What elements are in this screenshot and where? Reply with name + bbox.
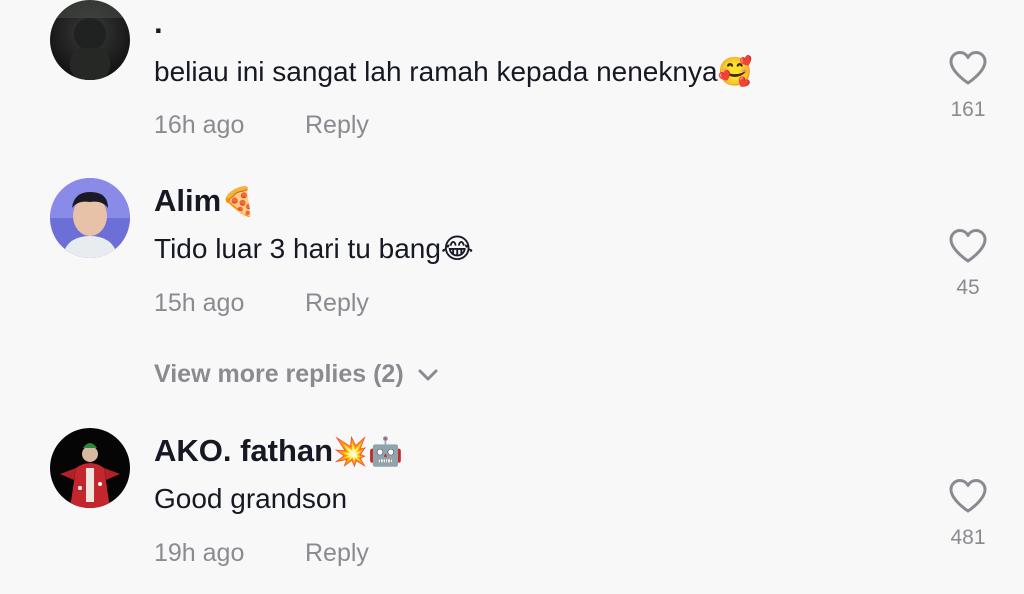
avatar-image [50,0,130,80]
username-text: Alim [154,183,222,218]
comment-body: beliau ini sangat lah ramah kepada nenek… [154,56,718,87]
like-count: 45 [956,276,980,299]
laughing-emoji: 😂 [440,232,474,265]
reply-button[interactable]: Reply [305,289,369,318]
view-more-label: View more replies (2) [154,360,404,388]
avatar[interactable] [50,178,130,258]
heart-icon[interactable] [948,50,988,86]
timestamp: 19h ago [154,539,245,567]
reply-button[interactable]: Reply [305,111,369,140]
avatar-image [50,428,130,508]
comment-text: Good grandson [154,482,347,516]
like-count: 481 [950,526,986,549]
pizza-emoji: 🍕 [221,185,257,218]
smiling-hearts-emoji: 🥰 [717,55,753,88]
timestamp: 16h ago [154,111,245,139]
like-control: 161 [946,50,990,122]
reply-button[interactable]: Reply [305,539,369,568]
avatar-image [50,178,130,258]
heart-icon[interactable] [948,228,988,264]
heart-icon[interactable] [948,478,988,514]
comment-meta: 19h ago Reply [154,539,369,568]
like-count: 161 [950,98,986,121]
avatar[interactable] [50,0,130,80]
chevron-down-icon [418,369,438,380]
view-more-replies-button[interactable]: View more replies (2) [154,360,438,389]
timestamp: 15h ago [154,289,245,317]
comment-username[interactable]: AKO. fathan💥🤖 [154,433,403,470]
avatar[interactable] [50,428,130,508]
comment-body: Good grandson [154,483,348,514]
like-control: 45 [946,228,990,300]
comment-body: Tido luar 3 hari tu bang [154,233,441,264]
comment-text: Tido luar 3 hari tu bang😂 [154,232,474,266]
comment-meta: 16h ago Reply [154,111,369,140]
comment-meta: 15h ago Reply [154,289,369,318]
comment-username[interactable]: Alim🍕 [154,183,256,220]
username-text: AKO. fathan [154,433,334,468]
collision-robot-emoji: 💥🤖 [333,435,403,468]
comment-text: beliau ini sangat lah ramah kepada nenek… [154,55,752,89]
username-text: · [154,13,165,48]
like-control: 481 [946,478,990,550]
comment-username[interactable]: · [154,13,164,49]
